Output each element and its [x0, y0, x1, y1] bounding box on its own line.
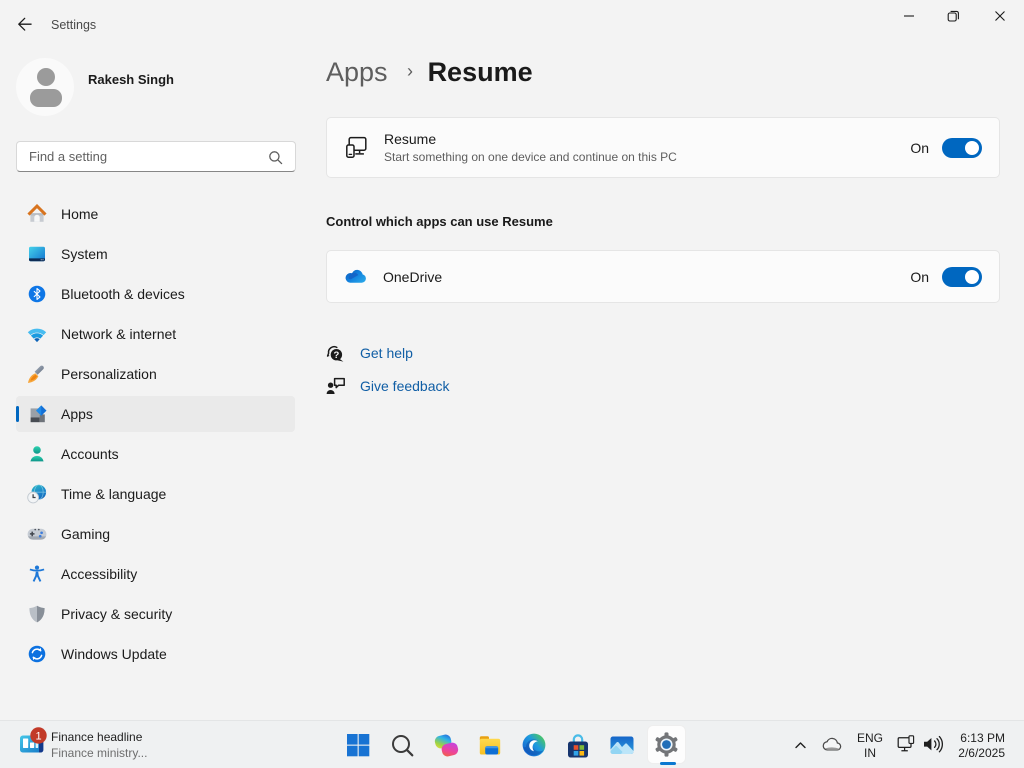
svg-text:?: ? — [333, 350, 339, 361]
